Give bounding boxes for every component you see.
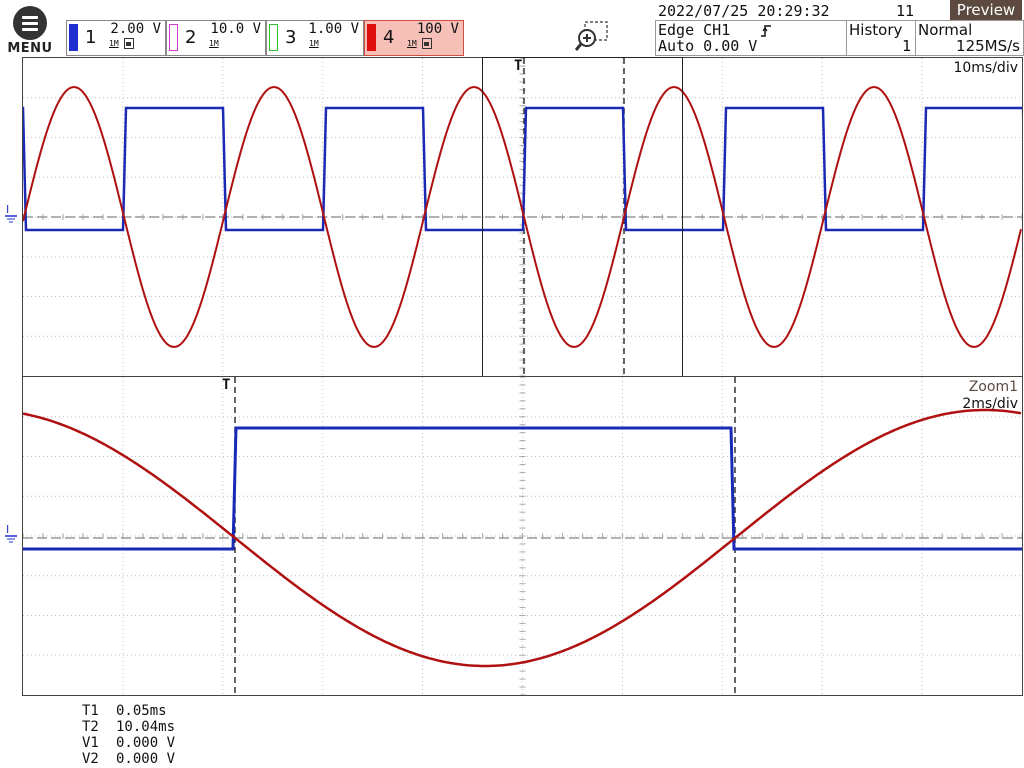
zoom-ground-marker-icon: I — [5, 523, 21, 549]
rising-edge-icon — [760, 23, 774, 42]
zoom-waveform-area[interactable]: Zoom1 2ms/div — [22, 376, 1023, 696]
bandwidth-limit-icon — [124, 38, 134, 49]
channel-4-scale: 100 V — [416, 21, 459, 37]
channel-1-scale: 2.00 V — [110, 21, 161, 37]
cursor-t1-value: 0.05ms — [116, 703, 167, 719]
channel-3-coupling: 1M — [309, 39, 319, 48]
menu-bar-line — [22, 28, 38, 31]
channel-4-coupling: 1M — [407, 39, 417, 48]
history-value: 1 — [901, 37, 911, 55]
zoom-window-marker[interactable] — [482, 57, 683, 377]
cursor-v2-label: V2 — [82, 751, 99, 767]
sample-rate: 125MS/s — [956, 37, 1020, 55]
channel-1-coupling: 1M — [109, 39, 119, 48]
preview-badge: Preview — [950, 0, 1022, 20]
datetime: 2022/07/25 20:29:32 — [658, 2, 830, 20]
zoom-in-icon[interactable] — [574, 20, 609, 54]
channel-2-scale: 10.0 V — [210, 21, 261, 37]
menu-bar-line — [22, 16, 38, 19]
acquisition-box[interactable]: Normal 125MS/s — [915, 20, 1024, 56]
menu-button[interactable]: MENU — [6, 6, 54, 56]
main-timebase: 10ms/div — [953, 60, 1018, 76]
zoom-title: Zoom1 — [968, 379, 1018, 395]
svg-text:I: I — [6, 523, 9, 536]
trigger-info-box[interactable]: Edge CH1 Auto 0.00 V — [655, 20, 847, 56]
channel-2-number: 2 — [185, 27, 197, 48]
bandwidth-limit-icon — [422, 38, 432, 49]
channel-1-color-swatch — [69, 24, 78, 51]
cursor-t2-label: T2 — [82, 719, 99, 735]
acquisition-count: 11 — [896, 2, 915, 20]
history-label: History — [849, 21, 903, 39]
channel-4-box[interactable]: 4 100 V 1M — [364, 20, 464, 56]
channel-2-box[interactable]: 2 10.0 V 1M — [166, 20, 266, 56]
cursor-v1-label: V1 — [82, 735, 99, 751]
channel-4-number: 4 — [383, 27, 395, 48]
menu-bar-line — [22, 22, 38, 25]
cursor-t2-value: 10.04ms — [116, 719, 176, 735]
channel-3-scale: 1.00 V — [308, 21, 359, 37]
channel-2-color-swatch — [169, 24, 178, 51]
cursor-v1-value: 0.000 V — [116, 735, 176, 751]
cursor-v2-value: 0.000 V — [116, 751, 176, 767]
channel-3-color-swatch — [269, 24, 278, 51]
trigger-mode: Auto 0.00 V — [658, 37, 758, 55]
zoom-waveform-canvas — [23, 377, 1022, 695]
channel-3-box[interactable]: 3 1.00 V 1M — [266, 20, 364, 56]
cursor-t1-label: T1 — [82, 703, 99, 719]
zoom-timebase: 2ms/div — [962, 396, 1018, 412]
ch-ground-marker-icon: I — [5, 203, 21, 229]
channel-3-number: 3 — [285, 27, 297, 48]
channel-1-box[interactable]: 1 2.00 V 1M — [66, 20, 166, 56]
history-box[interactable]: History 1 — [846, 20, 916, 56]
main-trigger-marker: T — [514, 58, 523, 74]
channel-2-coupling: 1M — [209, 39, 219, 48]
svg-text:I: I — [6, 203, 9, 216]
zoom-trigger-marker: T — [222, 377, 231, 393]
menu-label: MENU — [7, 41, 53, 56]
channel-4-color-swatch — [367, 24, 376, 51]
channel-1-number: 1 — [85, 27, 97, 48]
